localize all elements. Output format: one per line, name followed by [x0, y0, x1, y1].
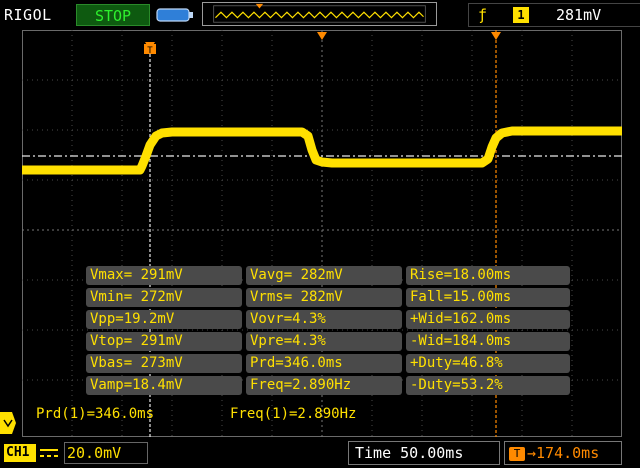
- measurement-vpre: Vpre=4.3%: [246, 332, 402, 351]
- measurement-pos-width: +Wid=162.0ms: [406, 310, 570, 329]
- measurement-period: Prd=346.0ms: [246, 354, 402, 373]
- measurement-vmin: Vmin= 272mV: [86, 288, 242, 307]
- measurement-vtop: Vtop= 291mV: [86, 332, 242, 351]
- trigger-level: 281mV: [556, 6, 602, 24]
- measurement-neg-width: -Wid=184.0ms: [406, 332, 570, 351]
- run-stop-status[interactable]: STOP: [76, 4, 150, 26]
- top-status-bar: RIGOL STOP ƒ 1 281mV: [0, 0, 640, 30]
- measurement-vavg: Vavg= 282mV: [246, 266, 402, 285]
- trigger-offset-icon: T: [509, 446, 525, 461]
- measurement-panel: Vmax= 291mV Vavg= 282mV Rise=18.00ms Vmi…: [86, 266, 572, 400]
- timebase-readout[interactable]: Time 50.00ms: [348, 441, 500, 465]
- measurement-pos-duty: +Duty=46.8%: [406, 354, 570, 373]
- cursor-period-readout: Prd(1)=346.0ms: [36, 406, 155, 422]
- measurement-freq: Freq=2.890Hz: [246, 376, 402, 395]
- trigger-info-area[interactable]: [468, 3, 640, 27]
- ch1-ground-marker[interactable]: [0, 412, 16, 434]
- measurement-vbas: Vbas= 273mV: [86, 354, 242, 373]
- measurement-vrms: Vrms= 282mV: [246, 288, 402, 307]
- battery-icon: [156, 8, 193, 22]
- measurement-neg-duty: -Duty=53.2%: [406, 376, 570, 395]
- cursor-frequency-readout: Freq(1)=2.890Hz: [230, 406, 357, 422]
- trigger-channel-badge: 1: [513, 7, 529, 23]
- horizontal-position-marker: [317, 32, 327, 40]
- brand-logo: RIGOL: [4, 6, 52, 24]
- trigger-offset-value: 174.0ms: [536, 444, 600, 462]
- measurement-vovr: Vovr=4.3%: [246, 310, 402, 329]
- svg-text:T: T: [147, 46, 153, 56]
- measurement-vpp: Vpp=19.2mV: [86, 310, 242, 329]
- memory-depth-indicator[interactable]: [202, 2, 437, 26]
- measurement-rise: Rise=18.00ms: [406, 266, 570, 285]
- ch1-badge[interactable]: CH1: [4, 444, 36, 462]
- dc-coupling-icon: [40, 449, 58, 457]
- measurement-fall: Fall=15.00ms: [406, 288, 570, 307]
- trigger-offset-readout[interactable]: T →174.0ms: [504, 441, 622, 465]
- offset-arrow-icon: →: [527, 444, 537, 462]
- measurement-vamp: Vamp=18.4mV: [86, 376, 242, 395]
- measurement-vmax: Vmax= 291mV: [86, 266, 242, 285]
- cursor-b-marker: [491, 32, 501, 40]
- rising-edge-icon: ƒ: [478, 6, 488, 24]
- ch1-volts-per-div[interactable]: 20.0mV: [64, 442, 148, 464]
